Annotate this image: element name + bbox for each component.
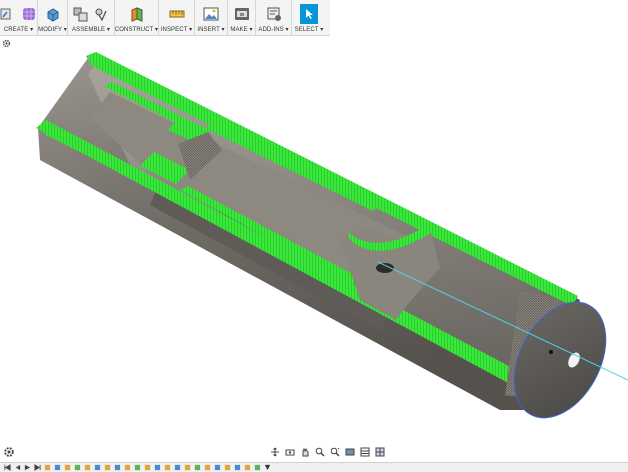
timeline-step-back-icon[interactable] xyxy=(14,464,21,471)
timeline-feature-icon[interactable] xyxy=(64,464,71,471)
select-arrow-icon xyxy=(306,9,313,19)
new-component-icon[interactable] xyxy=(73,6,89,22)
timeline-feature-icon[interactable] xyxy=(44,464,51,471)
fit-icon[interactable] xyxy=(330,447,340,457)
construct-label: CONSTRUCT ▾ xyxy=(114,27,159,33)
timeline-feature-icon[interactable] xyxy=(94,464,101,471)
timeline-feature-icon[interactable] xyxy=(114,464,121,471)
settings-gear-icon[interactable] xyxy=(3,446,15,458)
assemble-group[interactable]: ASSEMBLE ▾ xyxy=(68,0,115,36)
pan-icon[interactable] xyxy=(300,447,310,457)
timeline-feature-icon[interactable] xyxy=(104,464,111,471)
timeline-feature-icon[interactable] xyxy=(204,464,211,471)
create-group[interactable]: CREATE ▾ xyxy=(0,0,38,36)
select-label: SELECT ▾ xyxy=(294,27,324,33)
timeline-feature-icon[interactable] xyxy=(154,464,161,471)
select-group[interactable]: SELECT ▾ xyxy=(292,0,326,36)
select-button[interactable] xyxy=(300,4,318,24)
push-pull-icon[interactable] xyxy=(45,6,61,22)
insert-label: INSERT ▾ xyxy=(197,27,225,33)
timeline-feature-icon[interactable] xyxy=(144,464,151,471)
look-at-icon[interactable] xyxy=(285,447,295,457)
timeline-play-icon[interactable] xyxy=(24,464,31,471)
modify-label: MODIFY ▾ xyxy=(38,27,67,33)
timeline-feature-icon[interactable] xyxy=(254,464,261,471)
add-ins-group[interactable]: ADD-INS ▾ xyxy=(256,0,292,36)
timeline xyxy=(0,462,628,472)
measure-icon[interactable] xyxy=(169,6,185,22)
zoom-icon[interactable] xyxy=(315,447,325,457)
assemble-label: ASSEMBLE ▾ xyxy=(71,27,111,33)
create-label: CREATE ▾ xyxy=(3,27,34,33)
sketch-icon[interactable] xyxy=(0,6,16,22)
3d-print-icon[interactable] xyxy=(234,6,250,22)
joint-icon[interactable] xyxy=(94,6,110,22)
timeline-feature-icon[interactable] xyxy=(134,464,141,471)
3d-viewport[interactable] xyxy=(0,37,628,447)
timeline-feature-icon[interactable] xyxy=(184,464,191,471)
make-label: MAKE ▾ xyxy=(230,27,253,33)
toolbar: CREATE ▾ MODIFY ▾ ASSEMBLE ▾ CONSTRUCT ▾… xyxy=(0,0,330,36)
construct-group[interactable]: CONSTRUCT ▾ xyxy=(115,0,159,36)
navigation-bar xyxy=(270,445,385,459)
timeline-feature-icon[interactable] xyxy=(74,464,81,471)
timeline-feature-icon[interactable] xyxy=(214,464,221,471)
modify-group[interactable]: MODIFY ▾ xyxy=(38,0,68,36)
timeline-feature-icon[interactable] xyxy=(224,464,231,471)
insert-image-icon[interactable] xyxy=(203,6,219,22)
end-cap-center xyxy=(549,350,553,354)
inspect-label: INSPECT ▾ xyxy=(160,27,193,33)
viewports-icon[interactable] xyxy=(375,447,385,457)
form-icon[interactable] xyxy=(21,6,37,22)
orbit-icon[interactable] xyxy=(270,447,280,457)
make-group[interactable]: MAKE ▾ xyxy=(228,0,256,36)
timeline-marker-icon[interactable] xyxy=(264,464,271,471)
timeline-feature-icon[interactable] xyxy=(84,464,91,471)
timeline-feature-icon[interactable] xyxy=(194,464,201,471)
timeline-end-icon[interactable] xyxy=(34,464,41,471)
timeline-feature-icon[interactable] xyxy=(54,464,61,471)
scripts-icon[interactable] xyxy=(266,6,282,22)
timeline-feature-icon[interactable] xyxy=(234,464,241,471)
inspect-group[interactable]: INSPECT ▾ xyxy=(159,0,195,36)
grid-icon[interactable] xyxy=(360,447,370,457)
insert-group[interactable]: INSERT ▾ xyxy=(195,0,228,36)
display-settings-icon[interactable] xyxy=(345,447,355,457)
timeline-start-icon[interactable] xyxy=(4,464,11,471)
timeline-feature-icon[interactable] xyxy=(174,464,181,471)
timeline-feature-icon[interactable] xyxy=(244,464,251,471)
timeline-feature-icon[interactable] xyxy=(124,464,131,471)
add-ins-label: ADD-INS ▾ xyxy=(258,27,289,33)
timeline-feature-icon[interactable] xyxy=(164,464,171,471)
offset-plane-icon[interactable] xyxy=(129,6,145,22)
